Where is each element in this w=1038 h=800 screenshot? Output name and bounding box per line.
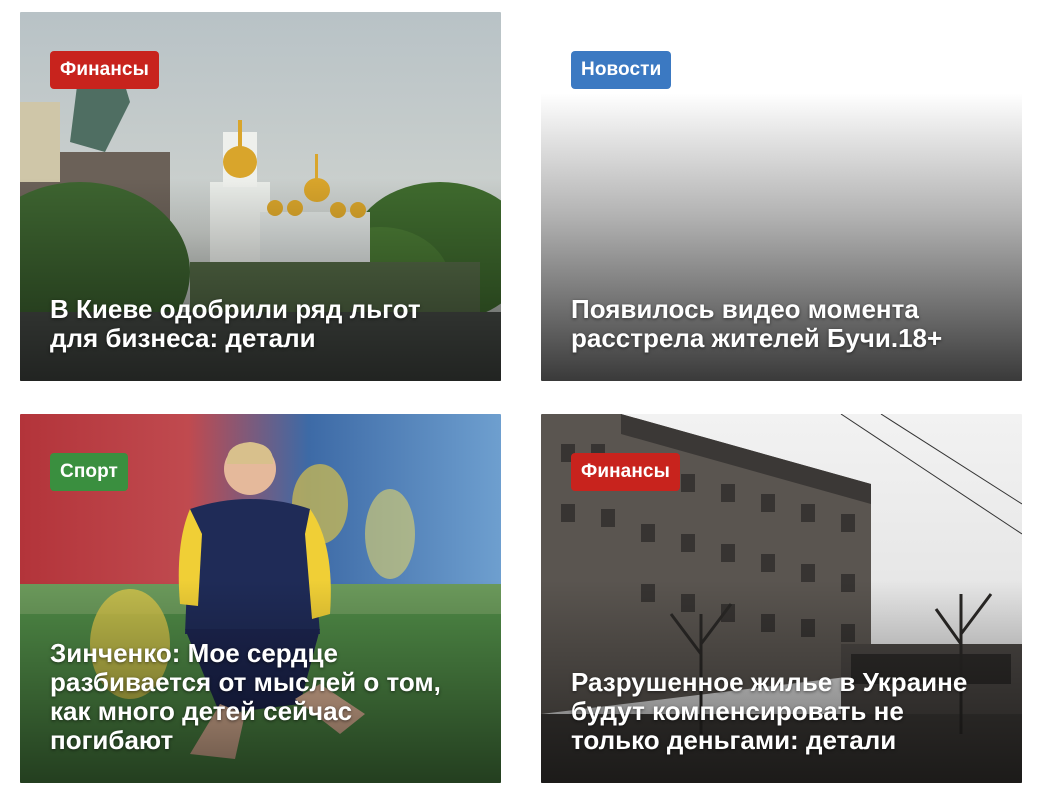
category-badge[interactable]: Финансы [50,51,159,89]
category-badge[interactable]: Новости [571,51,672,89]
card-title[interactable]: В Киеве одобрили ряд льгот для бизнеса: … [50,295,473,353]
card-title[interactable]: Зинченко: Мое сердце разбивается от мысл… [50,639,473,755]
card-title[interactable]: Разрушенное жилье в Украине будут компен… [571,668,994,755]
news-card[interactable]: Спорт Зинченко: Мое сердце разбивается о… [20,414,501,783]
card-title[interactable]: Появилось видео момента расстрела жителе… [571,295,994,353]
category-badge[interactable]: Спорт [50,453,128,491]
news-card-grid: Финансы В Киеве одобрили ряд льгот для б… [0,0,1038,800]
news-card[interactable]: Новости Появилось видео момента расстрел… [541,12,1022,381]
category-badge[interactable]: Финансы [571,453,680,491]
news-card[interactable]: Финансы В Киеве одобрили ряд льгот для б… [20,12,501,381]
news-card[interactable]: Финансы Разрушенное жилье в Украине буду… [541,414,1022,783]
